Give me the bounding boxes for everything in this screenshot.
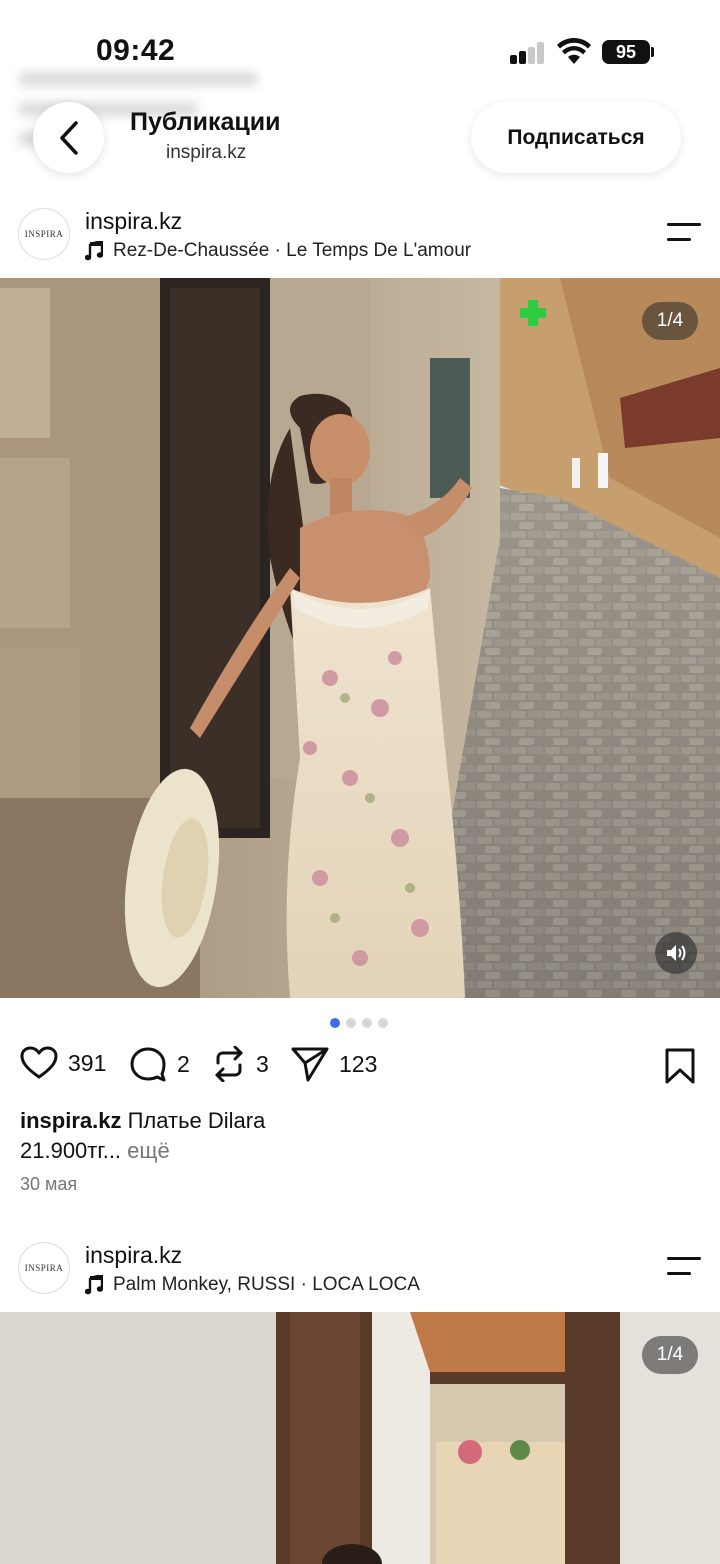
music-note-icon bbox=[85, 241, 103, 261]
subscribe-button[interactable]: Подписаться bbox=[471, 102, 681, 173]
music-label: Palm Monkey, RUSSI · LOCA LOCA bbox=[113, 1274, 420, 1295]
post-photo[interactable]: 1/4 bbox=[0, 278, 720, 998]
back-button[interactable] bbox=[33, 102, 104, 173]
carousel-counter: 1/4 bbox=[642, 1336, 698, 1374]
avatar[interactable]: INSPIRA bbox=[18, 1242, 70, 1294]
caption-line2: 21.900тг... bbox=[20, 1138, 122, 1163]
page-title: Публикации bbox=[130, 108, 281, 136]
carousel-dot bbox=[362, 1018, 372, 1028]
send-icon bbox=[291, 1047, 329, 1082]
like-button[interactable]: 391 bbox=[20, 1046, 106, 1080]
post-date: 30 мая bbox=[20, 1174, 78, 1194]
avatar[interactable]: INSPIRA bbox=[18, 208, 70, 260]
repost-button[interactable]: 3 bbox=[212, 1046, 269, 1082]
comment-count: 2 bbox=[177, 1050, 190, 1077]
carousel-dot bbox=[378, 1018, 388, 1028]
bookmark-icon bbox=[665, 1048, 695, 1084]
caption-text: Платье Dilara bbox=[127, 1108, 266, 1133]
page-subtitle[interactable]: inspira.kz bbox=[166, 142, 246, 164]
like-count: 391 bbox=[68, 1049, 107, 1076]
repost-icon bbox=[215, 1046, 243, 1082]
post-photo[interactable]: 1/4 bbox=[0, 1312, 720, 1564]
menu-icon[interactable] bbox=[667, 223, 701, 245]
photo-image bbox=[0, 278, 720, 998]
post-username[interactable]: inspira.kz bbox=[85, 1242, 182, 1269]
music-note-icon bbox=[85, 1275, 103, 1295]
sound-button[interactable] bbox=[655, 932, 697, 974]
wifi-icon bbox=[557, 38, 591, 64]
carousel-dots bbox=[330, 1018, 388, 1028]
share-count: 123 bbox=[339, 1050, 378, 1077]
caption-username[interactable]: inspira.kz bbox=[20, 1108, 121, 1133]
post-caption: inspira.kz Платье Dilara 21.900тг... ещё bbox=[20, 1106, 700, 1166]
save-button[interactable] bbox=[664, 1048, 696, 1089]
status-time: 09:42 bbox=[96, 34, 176, 67]
post-username[interactable]: inspira.kz bbox=[85, 208, 182, 235]
chevron-left-icon bbox=[59, 120, 78, 155]
comment-button[interactable]: 2 bbox=[129, 1046, 190, 1082]
post-music[interactable]: Palm Monkey, RUSSI · LOCA LOCA bbox=[85, 1274, 420, 1296]
status-bar: 09:42 95 bbox=[0, 0, 720, 146]
post-music[interactable]: Rez-De-Chaussée · Le Temps De L'amour bbox=[85, 240, 471, 262]
more-link[interactable]: ещё bbox=[127, 1138, 170, 1163]
music-label: Rez-De-Chaussée · Le Temps De L'amour bbox=[113, 240, 472, 261]
repost-count: 3 bbox=[256, 1050, 269, 1077]
carousel-dot bbox=[346, 1018, 356, 1028]
menu-icon[interactable] bbox=[667, 1257, 701, 1279]
battery-nub bbox=[651, 47, 654, 57]
carousel-counter: 1/4 bbox=[642, 302, 698, 340]
heart-icon bbox=[20, 1046, 58, 1079]
share-button[interactable]: 123 bbox=[291, 1046, 377, 1082]
comment-icon bbox=[130, 1047, 166, 1082]
photo-image bbox=[0, 1312, 720, 1564]
carousel-dot-active bbox=[330, 1018, 340, 1028]
speaker-icon bbox=[667, 945, 686, 961]
battery-indicator: 95 bbox=[602, 40, 650, 64]
signal-icon bbox=[510, 42, 546, 64]
